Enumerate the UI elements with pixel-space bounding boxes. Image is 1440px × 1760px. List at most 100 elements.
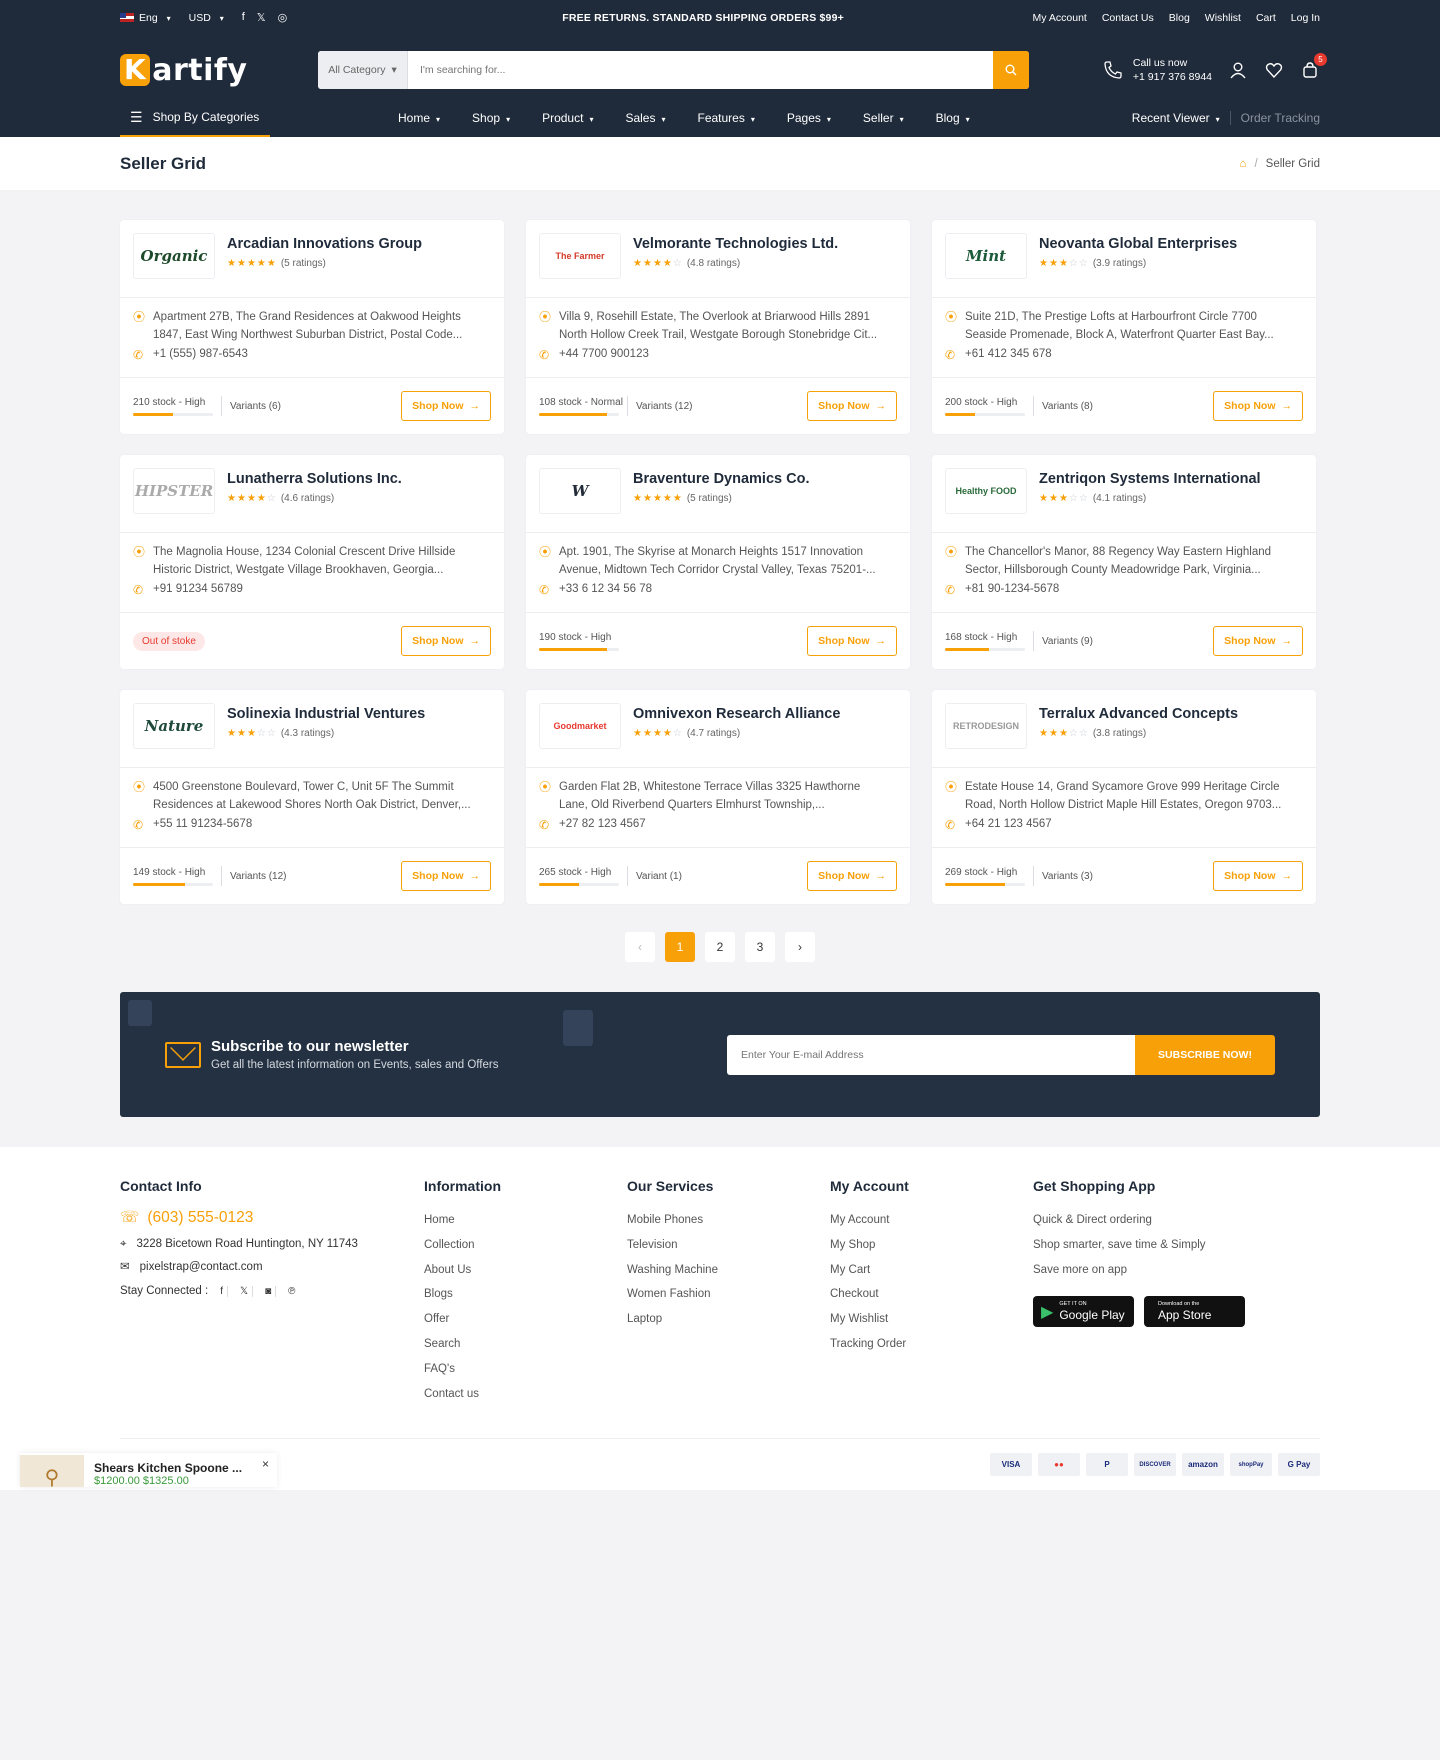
footer-phone[interactable]: (603) 555-0123 [147,1209,253,1227]
pinterest-icon[interactable]: ℗ [284,1286,299,1297]
facebook-icon[interactable]: f [216,1285,229,1297]
envelope-icon [165,1041,201,1068]
newsletter-email-input[interactable] [727,1034,1135,1075]
footer-link[interactable]: FAQ's [424,1357,627,1382]
pagination: ‹ 1 2 3 › [120,932,1320,962]
nav-item-product[interactable]: Product ▾ [542,111,593,125]
shop-now-button[interactable]: Shop Now → [807,391,897,421]
category-select[interactable]: All Category ▾ [318,51,408,89]
footer-link[interactable]: Contact us [424,1382,627,1407]
prev-page-button[interactable]: ‹ [625,932,655,962]
shop-now-button[interactable]: Shop Now → [1213,391,1303,421]
search-input[interactable] [408,51,993,89]
seller-card-header: RETRODESIGN Terralux Advanced Concepts ★★★… [932,690,1316,768]
seller-card-header: Goodmarket Omnivexon Research Alliance ★★★… [526,690,910,768]
footer-app: Get Shopping App Quick & Direct ordering… [1033,1178,1293,1406]
nav-item-sales[interactable]: Sales ▾ [625,111,665,125]
logo[interactable]: Kartify [120,53,318,88]
footer-link[interactable]: Home [424,1208,627,1233]
seller-name[interactable]: Terralux Advanced Concepts [1039,706,1238,722]
seller-name[interactable]: Lunatherra Solutions Inc. [227,471,402,487]
footer-link[interactable]: Blogs [424,1282,627,1307]
footer-link[interactable]: Offer [424,1307,627,1332]
shop-now-button[interactable]: Shop Now → [1213,626,1303,656]
seller-name[interactable]: Omnivexon Research Alliance [633,706,840,722]
search-button[interactable] [993,51,1029,89]
topbar-link-blog[interactable]: Blog [1169,12,1190,24]
home-icon[interactable]: ⌂ [1240,158,1247,170]
footer-link[interactable]: Checkout [830,1282,1033,1307]
nav-item-label: Blog [935,111,960,125]
app-store-button[interactable]: Download on the App Store [1144,1296,1245,1328]
topbar-link-my-account[interactable]: My Account [1033,12,1087,24]
variants-count: Variants (12) [221,866,287,886]
shop-now-button[interactable]: Shop Now → [807,861,897,891]
x-icon[interactable]: 𝕏 [257,11,266,24]
seller-phone: ✆ +44 7700 900123 [539,348,897,362]
instagram-icon[interactable]: ◎ [278,11,288,24]
nav-item-seller[interactable]: Seller ▾ [863,111,904,125]
footer-link[interactable]: My Shop [830,1233,1033,1258]
shop-by-categories-button[interactable]: ☰ Shop By Categories [120,99,270,137]
x-icon[interactable]: 𝕏 [236,1285,254,1297]
cart-button[interactable]: 5 [1300,53,1327,80]
seller-name[interactable]: Solinexia Industrial Ventures [227,706,425,722]
footer-link[interactable]: Women Fashion [627,1282,830,1307]
facebook-icon[interactable]: f [242,11,245,24]
topbar-link-log-in[interactable]: Log In [1291,12,1320,24]
footer-link[interactable]: Laptop [627,1307,830,1332]
seller-card: Mint Neovanta Global Enterprises ★★★☆☆ (3.9… [932,220,1316,434]
subscribe-button[interactable]: SUBSCRIBE NOW! [1135,1034,1275,1075]
topbar-link-contact-us[interactable]: Contact Us [1102,12,1154,24]
order-tracking-link[interactable]: Order Tracking [1229,111,1320,125]
nav-item-features[interactable]: Features ▾ [698,111,755,125]
close-icon[interactable]: × [262,1457,269,1471]
stock-indicator: 108 stock - Normal [539,397,627,416]
language-select[interactable]: Eng ▾ [120,12,171,24]
footer-link[interactable]: Television [627,1233,830,1258]
footer-link[interactable]: Mobile Phones [627,1208,830,1233]
page-3[interactable]: 3 [745,932,775,962]
arrow-right-icon: → [875,400,887,412]
footer-link[interactable]: My Account [830,1208,1033,1233]
nav-item-shop[interactable]: Shop ▾ [472,111,510,125]
page-2[interactable]: 2 [705,932,735,962]
page-1[interactable]: 1 [665,932,695,962]
seller-name[interactable]: Velmorante Technologies Ltd. [633,236,838,252]
footer-link[interactable]: Collection [424,1233,627,1258]
nav-item-home[interactable]: Home ▾ [398,111,440,125]
footer-link[interactable]: My Wishlist [830,1307,1033,1332]
instagram-icon[interactable]: ◙ [261,1285,277,1297]
seller-name[interactable]: Neovanta Global Enterprises [1039,236,1237,252]
footer-link[interactable]: About Us [424,1258,627,1283]
footer-link[interactable]: Washing Machine [627,1258,830,1283]
shop-now-button[interactable]: Shop Now → [807,626,897,656]
currency-select[interactable]: USD ▾ [189,12,224,24]
product-thumbnail: ⚲ [20,1455,84,1487]
footer-link[interactable]: My Cart [830,1258,1033,1283]
next-page-button[interactable]: › [785,932,815,962]
seller-name[interactable]: Braventure Dynamics Co. [633,471,809,487]
star-icon: ★ [1048,493,1059,504]
user-icon[interactable] [1228,60,1248,80]
footer-link[interactable]: Search [424,1332,627,1357]
shop-now-button[interactable]: Shop Now → [1213,861,1303,891]
shop-now-button[interactable]: Shop Now → [401,626,491,656]
nav-item-pages[interactable]: Pages ▾ [787,111,831,125]
recent-viewer-menu[interactable]: Recent Viewer ▾ [1132,111,1220,125]
star-icon: ☆ [256,728,267,739]
footer-link[interactable]: Tracking Order [830,1332,1033,1357]
nav-item-blog[interactable]: Blog ▾ [936,111,970,125]
google-play-button[interactable]: ▶ GET IT ON Google Play [1033,1296,1134,1328]
star-rating: ★★★★☆ (4.6 ratings) [227,493,402,504]
seller-name[interactable]: Arcadian Innovations Group [227,236,422,252]
star-rating: ★★★★☆ (4.8 ratings) [633,258,838,269]
stock-bar-fill [539,647,607,651]
topbar-link-cart[interactable]: Cart [1256,12,1276,24]
seller-name[interactable]: Zentriqon Systems International [1039,471,1261,487]
heart-icon[interactable] [1264,60,1284,80]
shop-now-button[interactable]: Shop Now → [401,391,491,421]
address-text: The Chancellor's Manor, 88 Regency Way E… [965,546,1272,576]
shop-now-button[interactable]: Shop Now → [401,861,491,891]
topbar-link-wishlist[interactable]: Wishlist [1205,12,1241,24]
